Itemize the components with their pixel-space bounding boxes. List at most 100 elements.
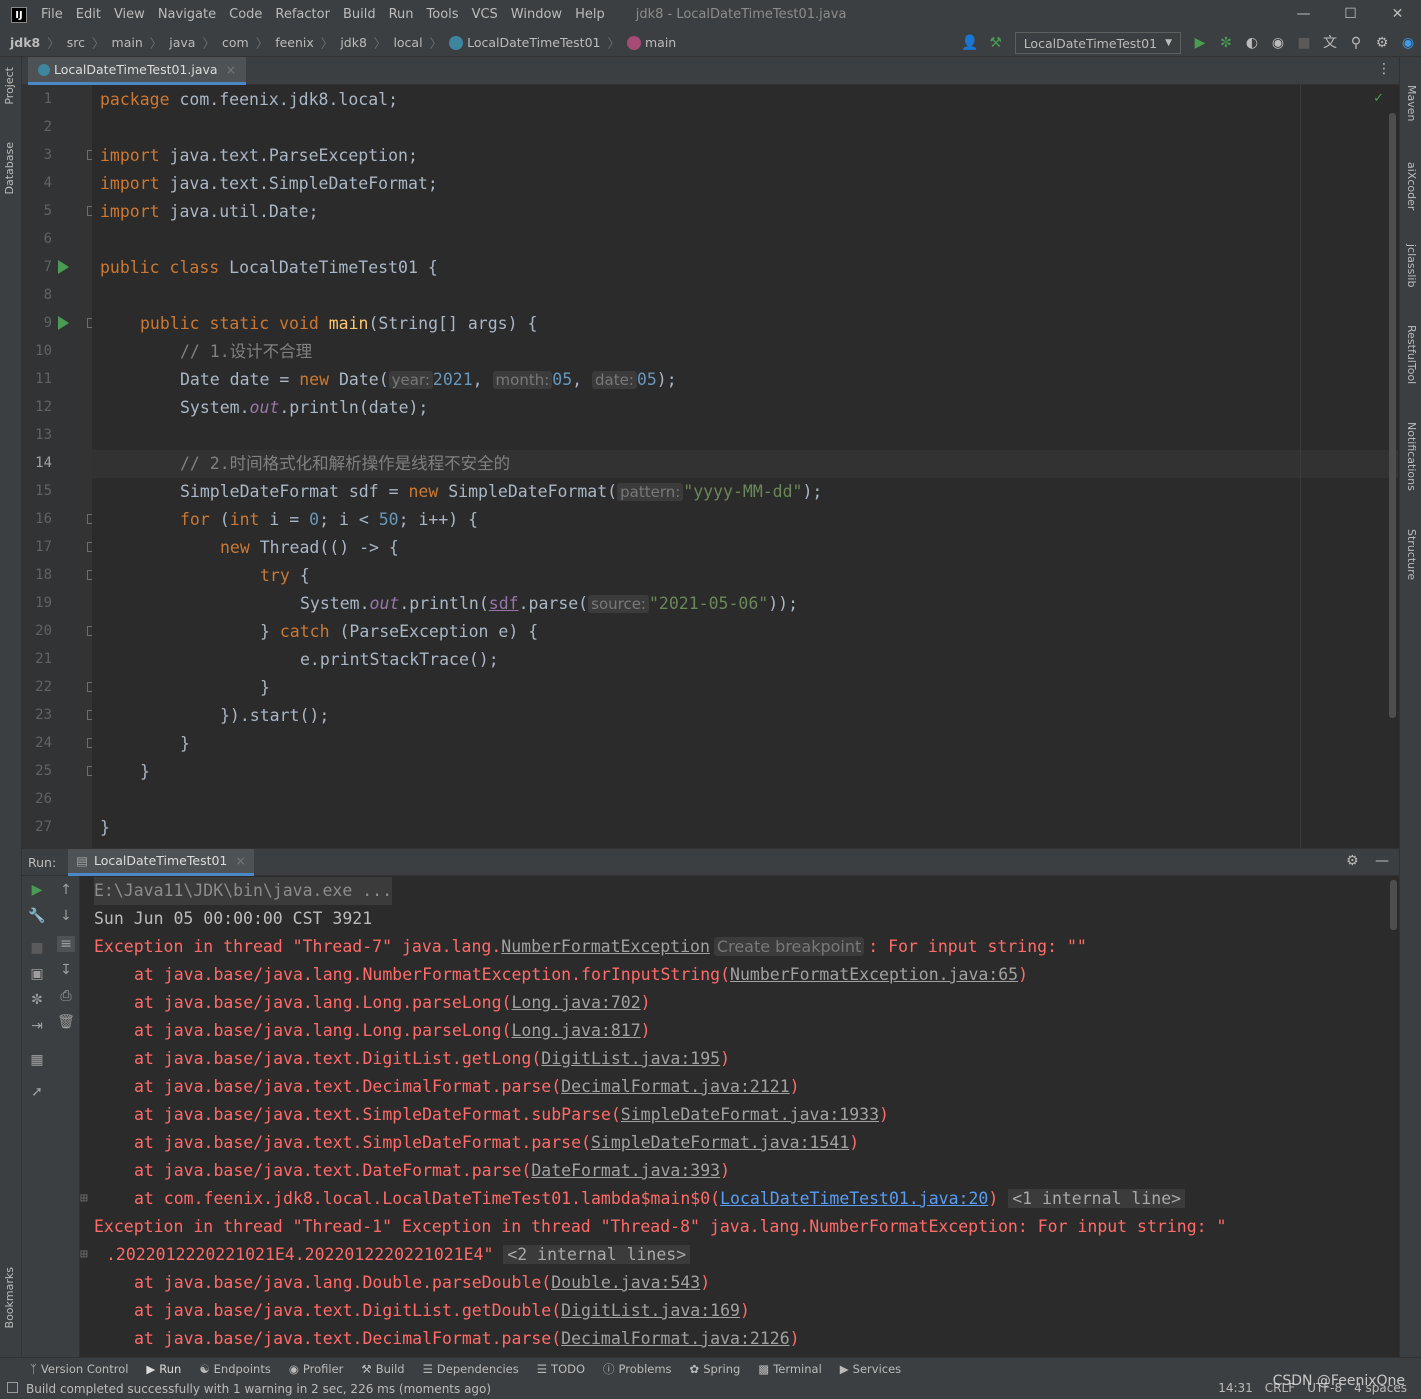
menu-code[interactable]: Code xyxy=(229,7,262,22)
close-tab-icon[interactable]: × xyxy=(235,853,245,868)
more-icon[interactable]: ⋮ xyxy=(1377,61,1391,77)
profile-icon[interactable]: ◉ xyxy=(1267,33,1289,53)
run-config-select[interactable]: LocalDateTimeTest01 ▼ xyxy=(1014,32,1181,54)
tab-dependencies[interactable]: ☰ Dependencies xyxy=(423,1362,519,1376)
debug-icon[interactable]: ✼ xyxy=(1215,33,1237,53)
stop-icon[interactable]: ■ xyxy=(1293,33,1315,53)
console-output[interactable]: E:\Java11\JDK\bin\java.exe ... Sun Jun 0… xyxy=(80,876,1399,1357)
arrow-down-icon[interactable]: ↓ xyxy=(57,908,75,924)
console-link[interactable]: LocalDateTimeTest01.java:20 xyxy=(720,1189,988,1208)
project-tab[interactable]: Project xyxy=(3,67,16,105)
expand-icon[interactable]: ⊞ xyxy=(80,1185,88,1213)
console-link[interactable]: DigitList.java:195 xyxy=(541,1049,720,1068)
gear-icon[interactable]: ⚙ xyxy=(1371,33,1393,53)
wrench-icon[interactable]: 🔧 xyxy=(28,908,46,924)
breadcrumb-item[interactable]: com 〉 xyxy=(222,33,275,52)
editor-scrollbar[interactable] xyxy=(1389,113,1396,718)
hide-icon[interactable]: — xyxy=(1375,853,1389,869)
menu-tools[interactable]: Tools xyxy=(427,7,459,22)
run-tab[interactable]: ▤ LocalDateTimeTest01 × xyxy=(68,848,254,876)
tab-profiler[interactable]: ◉ Profiler xyxy=(289,1362,344,1376)
tab-terminal[interactable]: ▩ Terminal xyxy=(758,1362,821,1376)
arrow-up-icon[interactable]: ↑ xyxy=(57,882,75,898)
user-icon[interactable]: 👤 xyxy=(959,33,981,53)
breadcrumb-item[interactable]: local 〉 xyxy=(393,33,449,52)
console-link[interactable]: NumberFormatException xyxy=(501,937,710,956)
console-link[interactable]: DecimalFormat.java:2121 xyxy=(561,1077,789,1096)
tab-run[interactable]: ▶ Run xyxy=(146,1362,181,1376)
trash-icon[interactable]: 🗑 xyxy=(57,1014,75,1030)
jclasslib-tab[interactable]: jclasslib xyxy=(1405,244,1418,287)
breadcrumb-method[interactable]: main xyxy=(627,35,676,50)
create-breakpoint-hint[interactable]: Create breakpoint xyxy=(713,937,865,956)
layout-icon[interactable]: ▦ xyxy=(28,1052,46,1068)
editor-tab[interactable]: LocalDateTimeTest01.java × xyxy=(28,57,247,85)
bookmarks-tab[interactable]: Bookmarks xyxy=(3,1267,16,1328)
breadcrumb-item[interactable]: java 〉 xyxy=(169,33,222,52)
minimize-icon[interactable]: — xyxy=(1280,0,1327,29)
console-link[interactable]: DecimalFormat.java:2126 xyxy=(561,1329,789,1348)
exit-icon[interactable]: ⇥ xyxy=(28,1018,46,1034)
inspection-ok-icon[interactable]: ✓ xyxy=(1373,91,1384,106)
debug-icon[interactable]: ✼ xyxy=(28,992,46,1008)
tab-endpoints[interactable]: ☯ Endpoints xyxy=(199,1362,271,1376)
console-link[interactable]: Long.java:702 xyxy=(512,993,641,1012)
menu-run[interactable]: Run xyxy=(389,7,414,22)
camera-icon[interactable]: ▣ xyxy=(28,966,46,982)
coverage-icon[interactable]: ◐ xyxy=(1241,33,1263,53)
gear-icon[interactable]: ⚙ xyxy=(1346,853,1359,869)
run-main-gutter-icon[interactable] xyxy=(58,316,69,330)
breadcrumb-item[interactable]: src 〉 xyxy=(67,33,112,52)
notifications-tab[interactable]: Notifications xyxy=(1405,422,1418,491)
expand-icon[interactable]: ⊞ xyxy=(80,1241,88,1269)
breadcrumb-class[interactable]: LocalDateTimeTest01 〉 xyxy=(449,33,627,52)
print-icon[interactable]: ⎙ xyxy=(57,988,75,1004)
maximize-icon[interactable]: ☐ xyxy=(1327,0,1374,29)
menu-build[interactable]: Build xyxy=(343,7,376,22)
aixcoder-tab[interactable]: aiXcoder xyxy=(1405,162,1418,210)
plugin-icon[interactable]: ◉ xyxy=(1397,33,1419,53)
menu-navigate[interactable]: Navigate xyxy=(158,7,216,22)
console-line[interactable]: E:\Java11\JDK\bin\java.exe ... xyxy=(94,877,393,905)
console-link[interactable]: Long.java:817 xyxy=(512,1021,641,1040)
menu-refactor[interactable]: Refactor xyxy=(275,7,330,22)
structure-tab[interactable]: Structure xyxy=(1405,529,1418,580)
status-message[interactable]: Build completed successfully with 1 warn… xyxy=(26,1382,491,1396)
internal-lines-fold[interactable]: <1 internal line> xyxy=(1008,1189,1186,1208)
console-scrollbar[interactable] xyxy=(1390,880,1397,930)
soft-wrap-icon[interactable]: ≡ xyxy=(57,936,75,952)
database-tab[interactable]: Database xyxy=(3,142,16,195)
tab-build[interactable]: ⚒ Build xyxy=(361,1362,404,1376)
console-link[interactable]: SimpleDateFormat.java:1541 xyxy=(591,1133,849,1152)
stop-icon[interactable]: ■ xyxy=(28,940,46,956)
pin-icon[interactable]: ➚ xyxy=(28,1084,46,1100)
console-link[interactable]: NumberFormatException.java:65 xyxy=(730,965,1018,984)
console-link[interactable]: SimpleDateFormat.java:1933 xyxy=(621,1105,879,1124)
breadcrumb-item[interactable]: jdk8 〉 xyxy=(340,33,393,52)
console-link[interactable]: DateFormat.java:393 xyxy=(531,1161,720,1180)
menu-vcs[interactable]: VCS xyxy=(472,7,498,22)
close-tab-icon[interactable]: × xyxy=(226,62,236,77)
rerun-icon[interactable]: ▶ xyxy=(28,882,46,898)
translate-icon[interactable]: 文 xyxy=(1319,33,1341,53)
console-link[interactable]: Double.java:543 xyxy=(551,1273,700,1292)
caret-position[interactable]: 14:31 xyxy=(1218,1381,1253,1395)
tab-services[interactable]: ▶ Services xyxy=(840,1362,901,1376)
maven-tab[interactable]: Maven xyxy=(1405,85,1418,121)
search-icon[interactable]: ⚲ xyxy=(1345,33,1367,53)
restfultool-tab[interactable]: RestfulTool xyxy=(1405,325,1418,384)
console-link[interactable]: DigitList.java:169 xyxy=(561,1301,740,1320)
breadcrumb-item[interactable]: jdk8 〉 xyxy=(10,33,67,52)
run-class-gutter-icon[interactable] xyxy=(58,260,69,274)
tab-problems[interactable]: ⓘ Problems xyxy=(603,1361,672,1377)
breadcrumb-item[interactable]: main 〉 xyxy=(112,33,170,52)
tab-version-control[interactable]: ᛉ Version Control xyxy=(30,1362,128,1376)
layout-toggle-icon[interactable] xyxy=(7,1382,18,1393)
menu-file[interactable]: File xyxy=(41,7,63,22)
menu-window[interactable]: Window xyxy=(511,7,562,22)
tab-todo[interactable]: ☰ TODO xyxy=(537,1362,585,1376)
menu-view[interactable]: View xyxy=(114,7,145,22)
internal-lines-fold[interactable]: <2 internal lines> xyxy=(503,1245,691,1264)
menu-edit[interactable]: Edit xyxy=(76,7,101,22)
breadcrumb-item[interactable]: feenix 〉 xyxy=(275,33,340,52)
